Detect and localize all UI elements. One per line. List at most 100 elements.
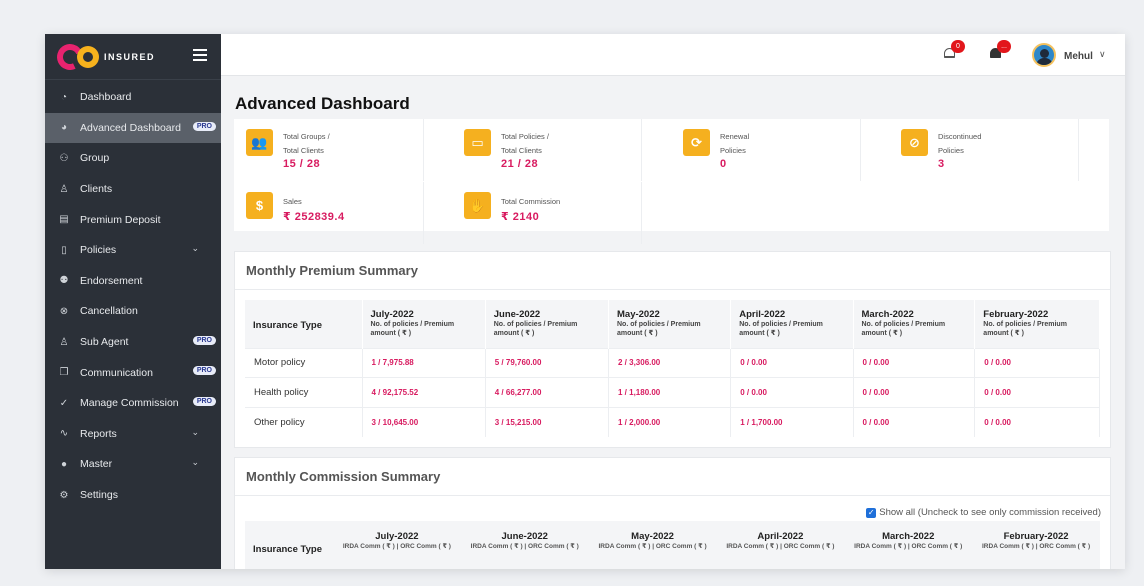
month-sub-label: No. of policies / Premium amount ( ₹ )	[983, 321, 1067, 337]
stat-card: ⊘ Discontinued Policies 3	[889, 119, 1079, 181]
hamburger-menu-icon[interactable]	[193, 49, 207, 61]
premium-summary-table: Insurance Type July-2022 No. of policies /…	[245, 300, 1100, 437]
cancel-icon: ⊗	[59, 305, 69, 317]
checkbox-checked-icon[interactable]: ✓	[866, 507, 877, 518]
month-label: February-2022	[983, 309, 1049, 320]
column-header-month: July-2022 IRDA Comm ( ₹ ) | ORC Comm ( ₹ …	[333, 521, 461, 569]
pro-badge: PRO	[192, 121, 216, 131]
sidebar-item-label: Policies	[80, 244, 117, 257]
sidebar-item-label: Advanced Dashboard	[80, 121, 181, 134]
month-label: April-2022	[757, 531, 804, 542]
column-header-month: June-2022 No. of policies / Premium amoun…	[485, 300, 610, 348]
column-header-month: February-2022 IRDA Comm ( ₹ ) | ORC Comm …	[972, 521, 1100, 569]
pro-badge: PRO	[192, 366, 216, 376]
premium-value-cell: 0 / 0.00	[730, 377, 854, 407]
chat-icon: ❐	[59, 367, 69, 379]
alerts-bell-icon[interactable]: ...	[989, 40, 1011, 62]
column-header-month: July-2022 No. of policies / Premium amoun…	[362, 300, 486, 348]
sidebar: INSURED ◔ Dashboard ◕ Advanced Dashboard PRO…	[45, 34, 221, 569]
gauge-icon: ◔	[60, 91, 68, 103]
column-header-month: March-2022 No. of policies / Premium amou…	[853, 300, 976, 348]
stat-card: ▭ Total Policies / Total Clients 21 / 28	[452, 119, 642, 181]
sidebar-item-advanced-dashboard[interactable]: ◕ Advanced Dashboard PRO	[45, 112, 221, 144]
agent-icon: ♙	[59, 336, 69, 348]
commission-summary-title: Monthly Commission Summary	[235, 458, 1110, 496]
user-menu-chevron-down-icon[interactable]: ∨	[1099, 49, 1106, 60]
stat-label: Total Groups /	[283, 132, 330, 141]
money-icon: ▤	[59, 214, 69, 226]
premium-value-cell: 0 / 0.00	[853, 377, 976, 407]
sidebar-item-label: Communication	[80, 366, 153, 379]
sidebar-item-master[interactable]: ● Master ⌄	[45, 449, 221, 480]
month-sub-label: IRDA Comm ( ₹ ) | ORC Comm ( ₹ )	[342, 543, 451, 550]
notifications-bell-icon[interactable]: 0	[943, 40, 965, 62]
table-row: Health policy 4 / 92,175.52 4 / 66,277.00 1…	[245, 377, 1100, 407]
insurance-type-cell: Health policy	[245, 377, 363, 407]
stat-label-line2: Total Clients	[501, 146, 542, 155]
stat-value: 15 / 28	[283, 158, 321, 170]
sidebar-item-reports[interactable]: ∿ Reports ⌄	[45, 419, 221, 450]
month-sub-label: IRDA Comm ( ₹ ) | ORC Comm ( ₹ )	[598, 543, 707, 550]
month-sub-label: No. of policies / Premium amount ( ₹ )	[493, 321, 578, 337]
column-header-month: May-2022 No. of policies / Premium amount…	[608, 300, 732, 348]
sidebar-item-cancellation[interactable]: ⊗ Cancellation	[45, 296, 221, 327]
logo-o-mark	[77, 45, 99, 68]
commission-summary-table: Insurance Type July-2022 IRDA Comm ( ₹ ) |…	[245, 521, 1100, 569]
stat-label: Renewal	[720, 132, 750, 141]
ban-icon: ⊘	[901, 129, 928, 156]
month-label: April-2022	[739, 309, 786, 320]
month-sub-label: No. of policies / Premium amount ( ₹ )	[617, 321, 701, 337]
stat-value: ₹ 252839.4	[283, 211, 345, 223]
users-icon: ⚉	[59, 275, 69, 287]
month-label: May-2022	[617, 309, 660, 320]
sidebar-item-group[interactable]: ⚇ Group	[45, 143, 221, 174]
brand-logo[interactable]: INSURED	[45, 34, 221, 80]
show-all-checkbox[interactable]: ✓ Show all (Uncheck to see only commissi…	[866, 507, 1101, 518]
sidebar-item-communication[interactable]: ❐ Communication PRO	[45, 357, 221, 388]
premium-value-cell: 0 / 0.00	[974, 406, 1100, 437]
sidebar-item-label: Master	[80, 458, 113, 471]
gear-icon: ⚙	[59, 489, 69, 501]
month-sub-label: No. of policies / Premium amount ( ₹ )	[739, 321, 823, 337]
sidebar-item-policies[interactable]: ▯ Policies ⌄	[45, 235, 221, 266]
stats-panel: 👥 Total Groups / Total Clients 15 / 28 ▭ Tota…	[234, 119, 1109, 244]
month-label: March-2022	[861, 309, 914, 320]
sidebar-item-sub-agent[interactable]: ♙ Sub Agent PRO	[45, 327, 221, 358]
main-content: Advanced Dashboard 👥 Total Groups / Total …	[221, 76, 1125, 569]
stat-label-line2: Total Clients	[283, 146, 324, 155]
sidebar-item-dashboard[interactable]: ◔ Dashboard	[45, 82, 221, 113]
app-window: INSURED ◔ Dashboard ◕ Advanced Dashboard PRO…	[45, 34, 1125, 569]
column-header-month: March-2022 IRDA Comm ( ₹ ) | ORC Comm ( ₹…	[844, 521, 973, 569]
stat-label-line2: Policies	[720, 146, 746, 155]
file-icon: ▯	[61, 244, 67, 256]
premium-value-cell: 1 / 1,180.00	[608, 377, 732, 407]
show-all-label: Show all (Uncheck to see only commission…	[879, 507, 1101, 518]
sidebar-item-label: Group	[80, 152, 110, 165]
sidebar-item-label: Sub Agent	[80, 336, 129, 349]
column-header-insurance-type: Insurance Type	[245, 300, 363, 348]
column-header-month: June-2022 IRDA Comm ( ₹ ) | ORC Comm ( ₹ …	[460, 521, 589, 569]
month-label: March-2022	[882, 531, 935, 542]
month-label: February-2022	[1003, 531, 1069, 542]
sidebar-item-clients[interactable]: ♙ Clients	[45, 174, 221, 205]
premium-summary-title: Monthly Premium Summary	[235, 252, 1110, 290]
user-name[interactable]: Mehul	[1064, 51, 1093, 62]
stat-card: $ Sales ₹ 252839.4	[234, 182, 424, 244]
sidebar-item-label: Settings	[80, 489, 118, 502]
sidebar-item-premium-deposit[interactable]: ▤ Premium Deposit	[45, 204, 221, 235]
stat-label: Total Policies /	[501, 132, 549, 141]
stat-value: 21 / 28	[501, 158, 539, 170]
briefcase-icon: ▭	[464, 129, 491, 156]
premium-value-cell: 3 / 10,645.00	[362, 406, 486, 437]
premium-value-cell: 1 / 7,975.88	[362, 347, 486, 378]
sidebar-item-settings[interactable]: ⚙ Settings	[45, 480, 221, 511]
user-icon: ♙	[59, 183, 69, 195]
stat-card: ✋ Total Commission ₹ 2140	[452, 182, 642, 244]
month-label: May-2022	[631, 531, 674, 542]
user-avatar[interactable]	[1032, 43, 1056, 67]
sidebar-item-endorsement[interactable]: ⚉ Endorsement	[45, 266, 221, 297]
column-header-insurance-type: Insurance Type	[245, 521, 333, 569]
sidebar-item-manage-commission[interactable]: ✓ Manage Commission PRO	[45, 388, 221, 419]
column-header-month: February-2022 No. of policies / Premium a…	[974, 300, 1100, 348]
table-row: Motor policy 1 / 7,975.88 5 / 79,760.00 2 /…	[245, 347, 1100, 378]
